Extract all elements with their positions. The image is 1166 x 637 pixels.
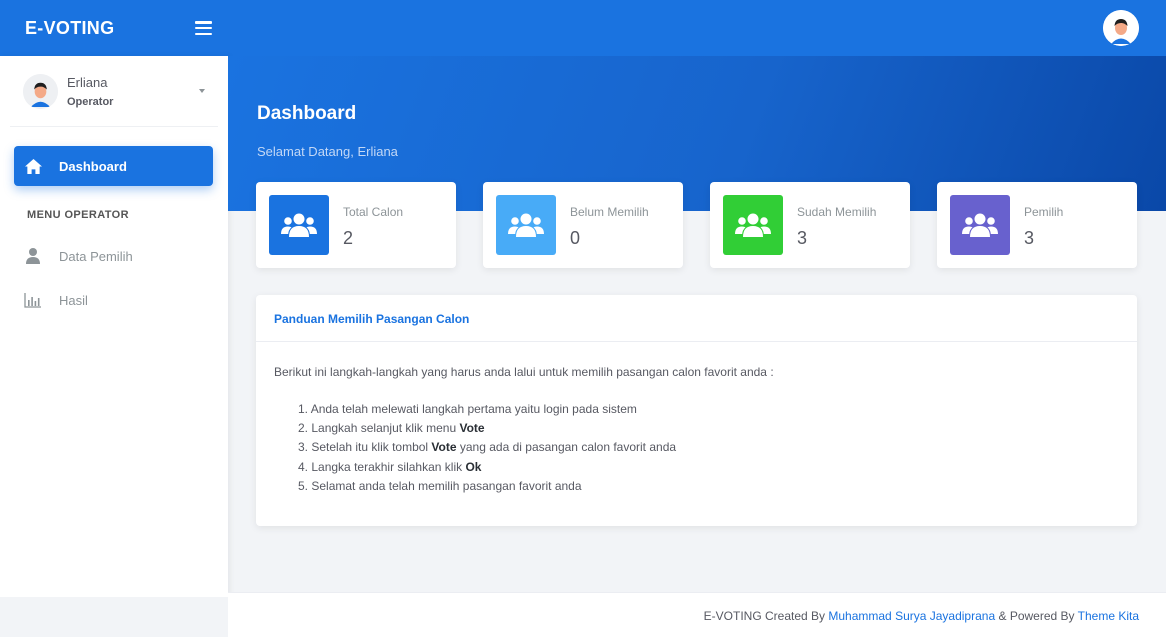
brand-logo[interactable]: E-VOTING	[25, 18, 114, 39]
user-role: Operator	[67, 95, 114, 108]
avatar	[23, 73, 58, 109]
card-header: Panduan Memilih Pasangan Calon	[256, 295, 1137, 342]
stat-label: Sudah Memilih	[797, 205, 877, 219]
author-link[interactable]: Muhammad Surya Jayadiprana	[828, 609, 995, 623]
list-item: 2. Langkah selanjut klik menu Vote	[298, 421, 485, 436]
theme-link[interactable]: Theme Kita	[1078, 609, 1139, 623]
footer-credits: E-VOTING Created By Muhammad Surya Jayad…	[703, 609, 1139, 623]
user-icon	[26, 248, 40, 264]
sidebar-item-data-pemilih[interactable]: Data Pemilih	[24, 244, 133, 268]
page-title: Dashboard	[257, 103, 357, 124]
sidebar-item-hasil[interactable]: Hasil	[24, 288, 88, 312]
user-name: Erliana	[67, 74, 108, 90]
page-subtitle: Selamat Datang, Erliana	[257, 144, 398, 159]
top-navbar	[228, 0, 1166, 56]
guide-card: Panduan Memilih Pasangan Calon Berikut i…	[256, 295, 1137, 526]
avatar-icon	[23, 73, 58, 109]
menu-section-title: MENU OPERATOR	[27, 209, 129, 221]
stat-card-pemilih: Pemilih 3	[937, 182, 1137, 268]
home-icon	[25, 158, 42, 174]
stat-label: Belum Memilih	[570, 205, 649, 219]
caret-down-icon[interactable]	[199, 89, 205, 93]
card-title: Panduan Memilih Pasangan Calon	[274, 312, 470, 326]
stat-value: 0	[570, 228, 581, 248]
bar-chart-icon	[24, 293, 41, 308]
sidebar-item-dashboard[interactable]: Dashboard	[14, 146, 213, 186]
sidebar-footer-area	[0, 597, 228, 637]
users-icon	[723, 195, 783, 255]
stat-label: Pemilih	[1024, 205, 1064, 219]
sidebar-item-label: Dashboard	[59, 158, 127, 174]
sidebar: Erliana Operator Dashboard MENU OPERATOR…	[0, 56, 228, 597]
stat-value: 3	[797, 228, 808, 248]
footer: E-VOTING Created By Muhammad Surya Jayad…	[228, 592, 1166, 637]
users-icon	[496, 195, 556, 255]
guide-steps: 1. Anda telah melewati langkah pertama y…	[298, 400, 676, 496]
stat-value: 2	[343, 228, 354, 248]
hamburger-menu-icon[interactable]	[195, 21, 212, 35]
sidebar-item-label: Hasil	[59, 292, 88, 308]
stat-value: 3	[1024, 228, 1035, 248]
stat-card-sudah-memilih: Sudah Memilih 3	[710, 182, 910, 268]
stat-card-belum-memilih: Belum Memilih 0	[483, 182, 683, 268]
users-icon	[950, 195, 1010, 255]
user-profile[interactable]: Erliana Operator	[10, 56, 218, 127]
list-item: 1. Anda telah melewati langkah pertama y…	[298, 402, 637, 416]
list-item: 3. Setelah itu klik tombol Vote yang ada…	[298, 440, 677, 455]
sidebar-item-label: Data Pemilih	[59, 248, 133, 264]
sidebar-header: E-VOTING	[0, 0, 228, 56]
list-item: 5. Selamat anda telah memilih pasangan f…	[298, 478, 582, 493]
users-icon	[269, 195, 329, 255]
profile-avatar[interactable]	[1103, 10, 1139, 46]
guide-intro: Berikut ini langkah-langkah yang harus a…	[274, 365, 774, 379]
stat-card-total-calon: Total Calon 2	[256, 182, 456, 268]
list-item: 4. Langka terakhir silahkan klik Ok	[298, 459, 482, 474]
stat-label: Total Calon	[343, 205, 404, 219]
avatar-icon	[1103, 10, 1139, 46]
